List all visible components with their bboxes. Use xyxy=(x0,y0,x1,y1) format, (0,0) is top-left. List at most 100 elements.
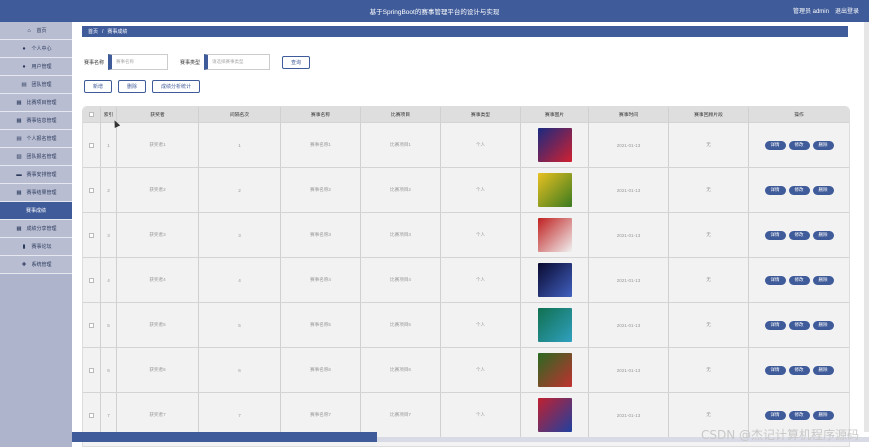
sidebar-item-label: 赛事论坛 xyxy=(31,244,52,250)
row-delete-button[interactable]: 删除 xyxy=(812,185,834,195)
sidebar-item-label: 赛事结果管理 xyxy=(26,190,57,196)
sidebar-item[interactable]: ▦ 比赛项目管理 xyxy=(0,94,72,112)
sidebar-item[interactable]: ▦ 成绩分享管理 xyxy=(0,220,72,238)
sidebar-item-label: 团队报名管理 xyxy=(26,154,57,160)
header-winner: 获奖者 xyxy=(117,107,199,122)
row-checkbox[interactable] xyxy=(89,367,94,373)
cell-match-name: 赛事名称5 xyxy=(281,303,361,347)
cell-review: 无 xyxy=(669,168,749,212)
edit-button[interactable]: 修改 xyxy=(788,230,810,240)
cell-image xyxy=(521,213,589,257)
row-checkbox[interactable] xyxy=(89,187,94,193)
header-review: 赛事回顾片段 xyxy=(669,107,749,122)
sidebar-item[interactable]: ▬ 赛事安排管理 xyxy=(0,166,72,184)
vertical-scrollbar[interactable] xyxy=(864,22,869,432)
row-checkbox-cell[interactable] xyxy=(83,123,101,167)
results-table: 索引 获奖者 间隔名次 赛事名称 比赛项目 赛事类型 赛事图片 赛事时间 赛事回… xyxy=(82,106,850,447)
grid-icon: ▦ xyxy=(16,117,22,124)
row-checkbox-cell[interactable] xyxy=(83,258,101,302)
sidebar-item[interactable]: ● 用户管理 xyxy=(0,58,72,76)
sidebar-item[interactable]: ▦ 赛事结果管理 xyxy=(0,184,72,202)
header-time: 赛事时间 xyxy=(589,107,669,122)
row-checkbox-cell[interactable] xyxy=(83,168,101,212)
watermark: CSDN @杰记计算机程序源码 xyxy=(700,428,859,442)
sidebar-item[interactable]: ▤ 团队管理 xyxy=(0,76,72,94)
cell-index: 2 xyxy=(101,168,117,212)
cell-type: 个人 xyxy=(441,258,521,302)
header-rank: 间隔名次 xyxy=(199,107,281,122)
user-icon: ● xyxy=(22,45,26,52)
row-checkbox-cell[interactable] xyxy=(83,348,101,392)
logout-link[interactable]: 退出登录 xyxy=(835,6,859,15)
delete-button[interactable]: 删除 xyxy=(118,80,147,93)
sidebar-item[interactable]: ▦ 赛事信息管理 xyxy=(0,112,72,130)
edit-button[interactable]: 修改 xyxy=(788,275,810,285)
match-thumbnail xyxy=(537,308,572,342)
cell-actions: 详情 修改 删除 xyxy=(749,348,849,392)
detail-button[interactable]: 详情 xyxy=(764,140,786,150)
select-all-checkbox[interactable] xyxy=(89,112,94,117)
match-thumbnail xyxy=(537,353,572,387)
table-row: 2 获奖者2 2 赛事名称2 比赛项目2 个人 2021-01-13 无详情 修改 删除 xyxy=(83,167,849,212)
row-delete-button[interactable]: 删除 xyxy=(812,140,834,150)
main-content: 首页 / 赛事成绩 赛事名称 赛事名称 赛事类型 请选择赛事类型 查询 新增 删… xyxy=(72,22,869,447)
row-checkbox[interactable] xyxy=(89,412,94,418)
detail-button[interactable]: 详情 xyxy=(764,275,786,285)
search-bar: 赛事名称 赛事名称 赛事类型 请选择赛事类型 查询 xyxy=(84,52,311,72)
row-delete-button[interactable]: 删除 xyxy=(812,320,834,330)
row-checkbox[interactable] xyxy=(89,142,94,148)
cell-winner: 获奖者6 xyxy=(117,348,199,392)
breadcrumb-home[interactable]: 首页 xyxy=(88,28,98,35)
row-checkbox[interactable] xyxy=(89,232,94,238)
row-checkbox-cell[interactable] xyxy=(83,393,101,437)
row-checkbox[interactable] xyxy=(89,322,94,328)
cell-review: 无 xyxy=(669,123,749,167)
match-type-select[interactable]: 请选择赛事类型 xyxy=(204,54,271,70)
detail-button[interactable]: 详情 xyxy=(764,365,786,375)
sidebar-item-label: 个人中心 xyxy=(31,46,52,52)
edit-button[interactable]: 修改 xyxy=(788,365,810,375)
row-delete-button[interactable]: 删除 xyxy=(812,365,834,375)
sidebar-item[interactable]: ▮ 赛事论坛 xyxy=(0,238,72,256)
edit-button[interactable]: 修改 xyxy=(788,410,810,420)
cell-index: 5 xyxy=(101,303,117,347)
row-checkbox-cell[interactable] xyxy=(83,303,101,347)
sidebar-item[interactable]: ● 个人中心 xyxy=(0,40,72,58)
detail-button[interactable]: 详情 xyxy=(764,185,786,195)
match-type-label: 赛事类型 xyxy=(180,59,201,66)
header-checkbox-cell[interactable] xyxy=(83,107,101,122)
edit-button[interactable]: 修改 xyxy=(788,140,810,150)
edit-button[interactable]: 修改 xyxy=(788,320,810,330)
sidebar-item[interactable]: ▤ 个人报名管理 xyxy=(0,130,72,148)
breadcrumb-separator: / xyxy=(102,28,104,35)
sidebar-item-label: 团队管理 xyxy=(31,82,52,88)
edit-button[interactable]: 修改 xyxy=(788,185,810,195)
sidebar-item[interactable]: ✚ 系统管理 xyxy=(0,256,72,274)
match-name-input[interactable]: 赛事名称 xyxy=(108,54,169,70)
breadcrumb-current: 赛事成绩 xyxy=(107,29,128,35)
sidebar-item[interactable]: ⌂ 首页 xyxy=(0,22,72,40)
cell-item: 比赛项目1 xyxy=(361,123,441,167)
row-checkbox[interactable] xyxy=(89,277,94,283)
sidebar-item[interactable]: ▧ 团队报名管理 xyxy=(0,148,72,166)
header-type: 赛事类型 xyxy=(441,107,521,122)
app-title: 基于SpringBoot的赛事管理平台的设计与实现 xyxy=(369,9,500,16)
detail-button[interactable]: 详情 xyxy=(764,410,786,420)
horizontal-scrollbar-thumb[interactable] xyxy=(72,432,377,442)
stats-button[interactable]: 成绩分析统计 xyxy=(152,80,201,93)
row-delete-button[interactable]: 删除 xyxy=(812,275,834,285)
detail-button[interactable]: 详情 xyxy=(764,320,786,330)
breadcrumb: 首页 / 赛事成绩 xyxy=(82,26,848,37)
row-delete-button[interactable]: 删除 xyxy=(812,230,834,240)
cell-index: 3 xyxy=(101,213,117,257)
add-button[interactable]: 新增 xyxy=(84,80,113,93)
sidebar-item[interactable]: 赛事成绩 xyxy=(0,202,72,220)
row-delete-button[interactable]: 删除 xyxy=(812,410,834,420)
table-row: 4 获奖者4 4 赛事名称4 比赛项目4 个人 2021-01-13 无详情 修改 删除 xyxy=(83,257,849,302)
detail-button[interactable]: 详情 xyxy=(764,230,786,240)
query-button[interactable]: 查询 xyxy=(282,55,311,69)
row-checkbox-cell[interactable] xyxy=(83,213,101,257)
cell-image xyxy=(521,348,589,392)
cell-type: 个人 xyxy=(441,348,521,392)
cell-type: 个人 xyxy=(441,123,521,167)
